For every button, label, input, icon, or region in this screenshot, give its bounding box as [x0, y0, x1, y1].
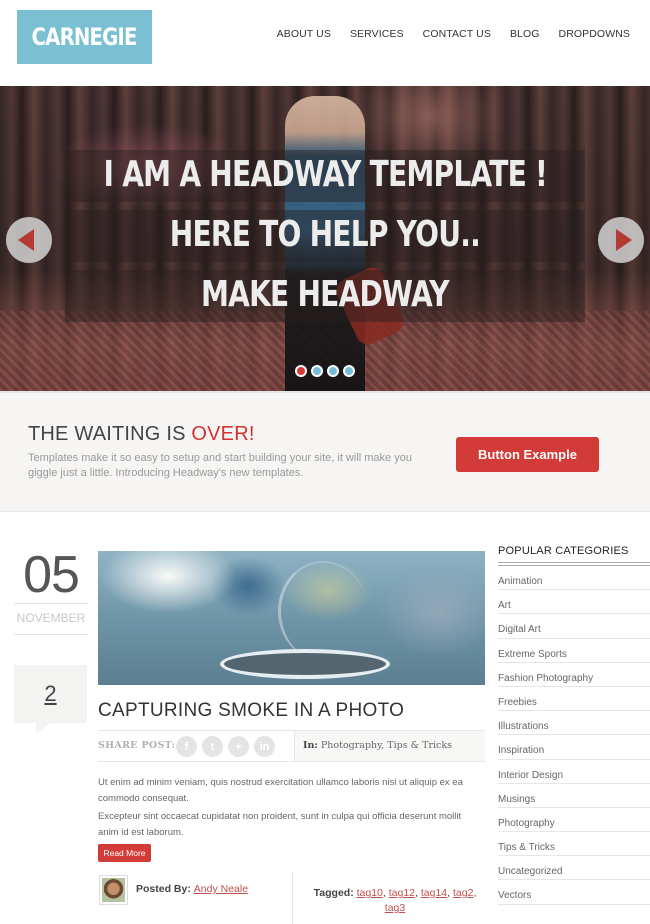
share-label: SHARE POST:	[98, 740, 176, 751]
tag-link[interactable]: tag3	[385, 902, 405, 914]
slide-caption-line: MAKE HEADWAY	[201, 274, 450, 315]
posted-by: Posted By: Andy Neale	[136, 883, 249, 895]
sidebar-item-digital-art[interactable]: Digital Art	[498, 614, 650, 639]
read-more-button[interactable]: Read More	[98, 844, 151, 862]
share-bar: SHARE POST: f t + in In: Photography, Ti…	[98, 730, 485, 762]
google-plus-icon[interactable]: +	[228, 736, 249, 757]
twitter-icon[interactable]: t	[202, 736, 223, 757]
slide-caption-line: I AM A HEADWAY TEMPLATE !	[103, 154, 547, 195]
sidebar-item-musings[interactable]: Musings	[498, 784, 650, 808]
divider	[292, 872, 293, 924]
linkedin-icon[interactable]: in	[254, 736, 275, 757]
tag-link[interactable]: tag14	[421, 887, 447, 899]
post-paragraph: Excepteur sint occaecat cupidatat non pr…	[98, 811, 462, 838]
author-link[interactable]: Andy Neale	[194, 883, 248, 895]
post-tags: Tagged: tag10, tag12, tag14, tag2, tag3	[313, 887, 477, 914]
sidebar-item-illustrations[interactable]: Illustrations	[498, 711, 650, 736]
slider-dot-1[interactable]	[295, 365, 307, 377]
cta-title-accent: OVER!	[191, 423, 255, 445]
logo-text: CARNEGIE	[31, 23, 138, 51]
nav-blog[interactable]: BLOG	[510, 28, 540, 40]
facebook-icon[interactable]: f	[176, 736, 197, 757]
post-featured-image[interactable]	[98, 551, 485, 685]
category-link[interactable]: Tips & Tricks	[387, 740, 452, 751]
slider-next-button[interactable]	[598, 217, 644, 263]
in-label: In:	[303, 740, 318, 751]
sidebar-title: POPULAR CATEGORIES	[498, 545, 629, 557]
speech-bubble-tail	[36, 723, 50, 734]
tag-link[interactable]: tag10	[357, 887, 383, 899]
tag-link[interactable]: tag12	[389, 887, 415, 899]
post-categories: In: Photography, Tips & Tricks	[294, 731, 485, 761]
sidebar-item-animation[interactable]: Animation	[498, 566, 650, 591]
nav-services[interactable]: SERVICES	[350, 28, 404, 40]
site-header: CARNEGIE ABOUT US SERVICES CONTACT US BL…	[0, 0, 650, 86]
sidebar-item-fashion-photography[interactable]: Fashion Photography	[498, 663, 650, 687]
nav-contact-us[interactable]: CONTACT US	[423, 28, 491, 40]
tagged-label: Tagged:	[313, 887, 354, 899]
slider-pagination	[295, 365, 355, 377]
sidebar-item-tips-tricks[interactable]: Tips & Tricks	[498, 832, 650, 857]
author-avatar[interactable]	[99, 875, 128, 905]
cta-title: THE WAITING IS OVER!	[28, 423, 255, 445]
hero-slider: I AM A HEADWAY TEMPLATE ! HERE TO HELP Y…	[0, 86, 650, 391]
cup-illustration	[220, 649, 390, 679]
button-example[interactable]: Button Example	[456, 437, 599, 472]
post-paragraph: Ut enim ad minim veniam, quis nostrud ex…	[98, 777, 463, 804]
divider	[14, 603, 88, 604]
sidebar-item-inspiration[interactable]: Inspiration	[498, 735, 650, 760]
site-logo[interactable]: CARNEGIE	[17, 10, 152, 64]
sidebar-item-photography[interactable]: Photography	[498, 808, 650, 833]
slide-caption-line: HERE TO HELP YOU..	[169, 214, 481, 255]
nav-about-us[interactable]: ABOUT US	[277, 28, 331, 40]
nav-dropdowns[interactable]: DROPDOWNS	[559, 28, 630, 40]
tag-link[interactable]: tag2	[453, 887, 473, 899]
sidebar-item-extreme-sports[interactable]: Extreme Sports	[498, 639, 650, 663]
sidebar-item-vectors[interactable]: Vectors	[498, 880, 650, 905]
category-link[interactable]: Photography	[321, 740, 381, 751]
slider-prev-button[interactable]	[6, 217, 52, 263]
cta-text: Templates make it so easy to setup and s…	[28, 452, 412, 479]
main-nav: ABOUT US SERVICES CONTACT US BLOG DROPDO…	[258, 28, 630, 40]
comment-count-bubble[interactable]: 2	[14, 665, 87, 723]
call-to-action: THE WAITING IS OVER! Templates make it s…	[0, 391, 650, 512]
sidebar-item-uncategorized[interactable]: Uncategorized	[498, 856, 650, 881]
sidebar-item-interior-design[interactable]: Interior Design	[498, 760, 650, 784]
comment-count[interactable]: 2	[44, 681, 56, 707]
slider-dot-3[interactable]	[327, 365, 339, 377]
slider-dot-4[interactable]	[343, 365, 355, 377]
post-date-day: 05	[23, 546, 80, 604]
post-date-month: NOVEMBER	[16, 611, 86, 625]
arrow-right-icon	[616, 229, 632, 251]
share-icons: f t + in	[176, 736, 275, 757]
slider-dot-2[interactable]	[311, 365, 323, 377]
arrow-left-icon	[18, 229, 34, 251]
popular-categories-list: Animation Art Digital Art Extreme Sports…	[498, 566, 650, 905]
smoke-illustration	[278, 561, 368, 661]
post-title[interactable]: CAPTURING SMOKE IN A PHOTO	[98, 700, 404, 722]
divider	[14, 634, 88, 635]
